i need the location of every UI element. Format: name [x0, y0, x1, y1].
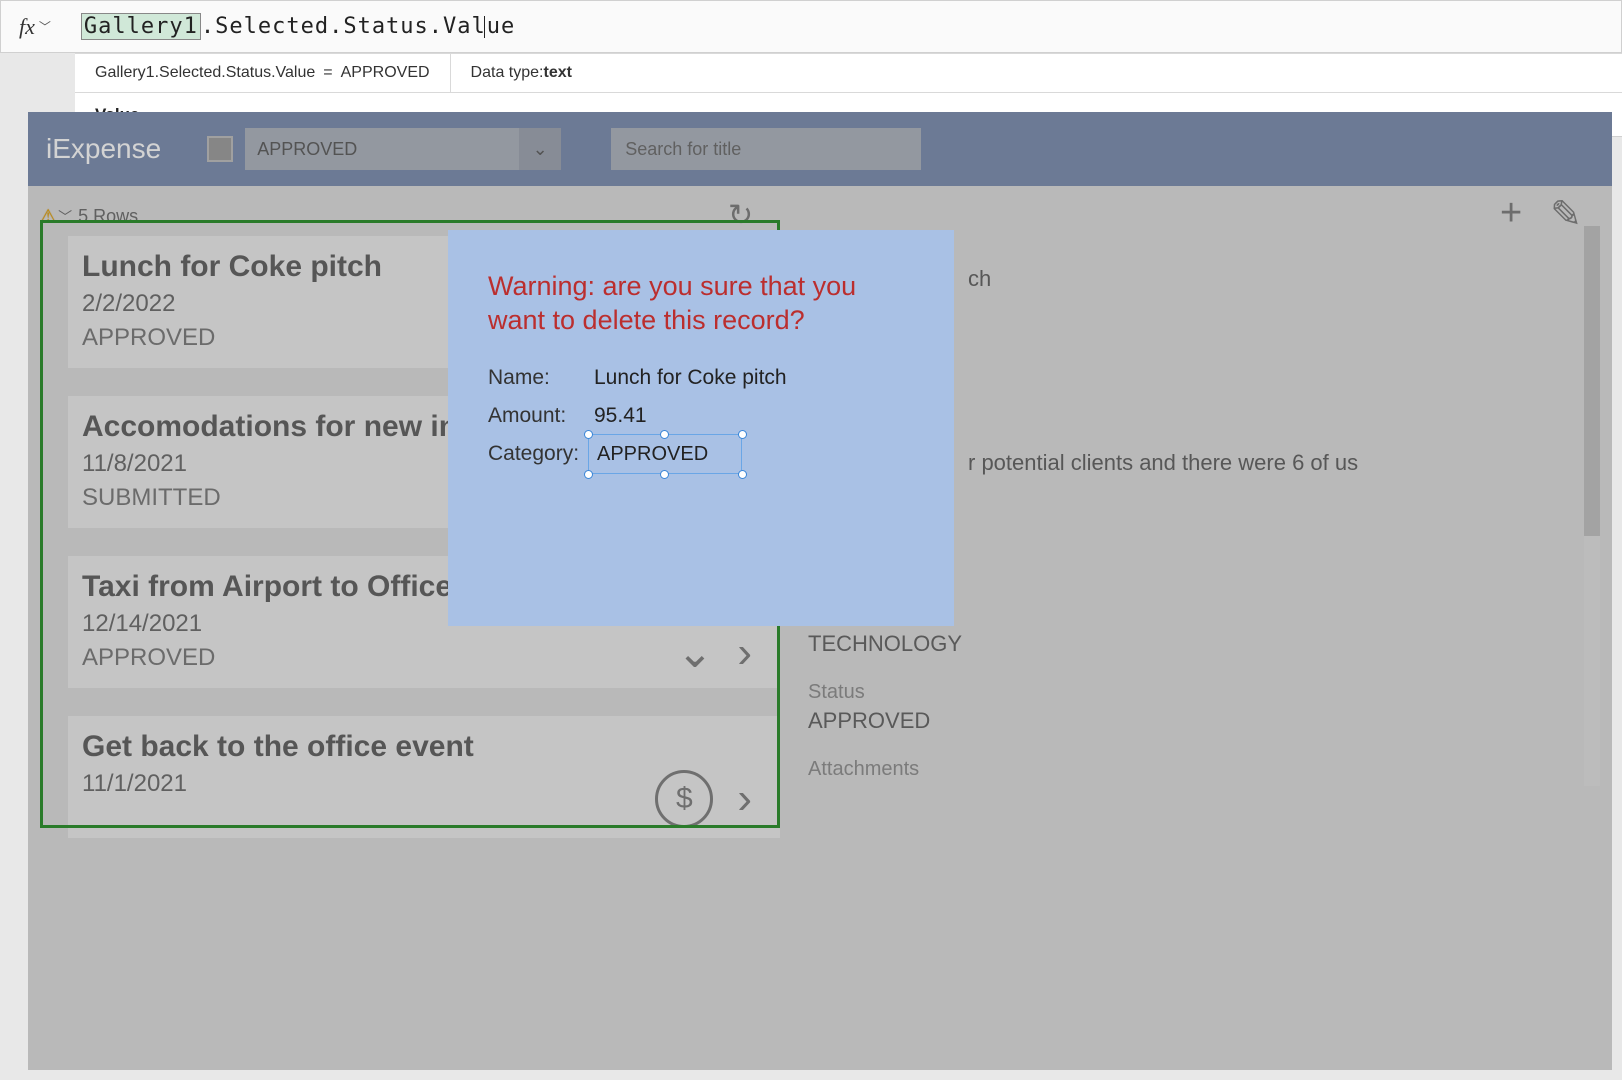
detail-desc-fragment: r potential clients and there were 6 of … — [968, 450, 1358, 476]
delete-confirm-modal: Warning: are you sure that you want to d… — [448, 230, 954, 626]
detail-category-value: TECHNOLOGY — [808, 631, 1358, 657]
datatype-label: Data type: — [471, 64, 544, 82]
modal-name-label: Name: — [488, 366, 594, 390]
detail-status-value: APPROVED — [808, 708, 1358, 734]
scrollbar-thumb[interactable] — [1584, 226, 1600, 536]
detail-title-fragment: ch — [968, 266, 1358, 292]
detail-action-icons: + ✎ — [1500, 192, 1582, 237]
selected-category-value-control[interactable]: APPROVED — [588, 434, 742, 474]
intellisense-result-bar: Gallery1.Selected.Status.Value = APPROVE… — [75, 53, 1622, 93]
selection-handle[interactable] — [584, 470, 593, 479]
intellisense-evaluation: Gallery1.Selected.Status.Value = APPROVE… — [75, 54, 451, 92]
selected-category-text: APPROVED — [597, 443, 708, 466]
detail-attachments-label: Attachments — [808, 758, 1358, 781]
scrollbar[interactable] — [1584, 226, 1600, 786]
formula-highlight: Gallery1 — [81, 13, 201, 40]
text-cursor — [484, 16, 485, 38]
selection-handle[interactable] — [738, 470, 747, 479]
app-header: iExpense APPROVED ⌄ Search for title — [28, 112, 1612, 186]
formula-text[interactable]: Gallery1.Selected.Status.Value — [81, 14, 515, 39]
datatype-value: text — [543, 64, 571, 82]
fx-dropdown-icon[interactable]: ﹀ — [39, 18, 51, 35]
edit-icon[interactable]: ✎ — [1550, 192, 1582, 237]
formula-rest: .Selected.Status.Value — [201, 14, 515, 39]
formula-bar[interactable]: fx ﹀ Gallery1.Selected.Status.Value — [0, 0, 1622, 53]
intellisense-result: APPROVED — [341, 64, 430, 82]
modal-category-label: Category: — [488, 442, 594, 466]
header-checkbox[interactable] — [207, 136, 233, 162]
search-placeholder: Search for title — [625, 139, 741, 160]
modal-amount-value: 95.41 — [594, 404, 647, 428]
intellisense-expr: Gallery1.Selected.Status.Value — [95, 64, 315, 82]
chevron-down-icon: ⌄ — [519, 128, 561, 170]
selection-handle[interactable] — [660, 470, 669, 479]
status-filter-dropdown[interactable]: APPROVED ⌄ — [245, 128, 561, 170]
modal-amount-label: Amount: — [488, 404, 594, 428]
modal-warning-text: Warning: are you sure that you want to d… — [488, 270, 914, 338]
status-filter-value: APPROVED — [257, 139, 357, 160]
app-body: ⚠ ﹀ 5 Rows ↻ + ✎ Lunch for Coke pitch 2/… — [28, 186, 1612, 1070]
intellisense-datatype: Data type: text — [451, 54, 592, 92]
add-icon[interactable]: + — [1500, 192, 1522, 237]
modal-name-value: Lunch for Coke pitch — [594, 366, 787, 390]
selection-handle[interactable] — [738, 430, 747, 439]
app-title: iExpense — [46, 133, 161, 165]
fx-label: fx — [19, 14, 35, 40]
selection-handle[interactable] — [584, 430, 593, 439]
search-input[interactable]: Search for title — [611, 128, 921, 170]
selection-handle[interactable] — [660, 430, 669, 439]
intellisense-equals: = — [323, 64, 332, 82]
detail-status-label: Status — [808, 681, 1358, 704]
app-canvas: iExpense APPROVED ⌄ Search for title ⚠ ﹀… — [28, 112, 1612, 1070]
